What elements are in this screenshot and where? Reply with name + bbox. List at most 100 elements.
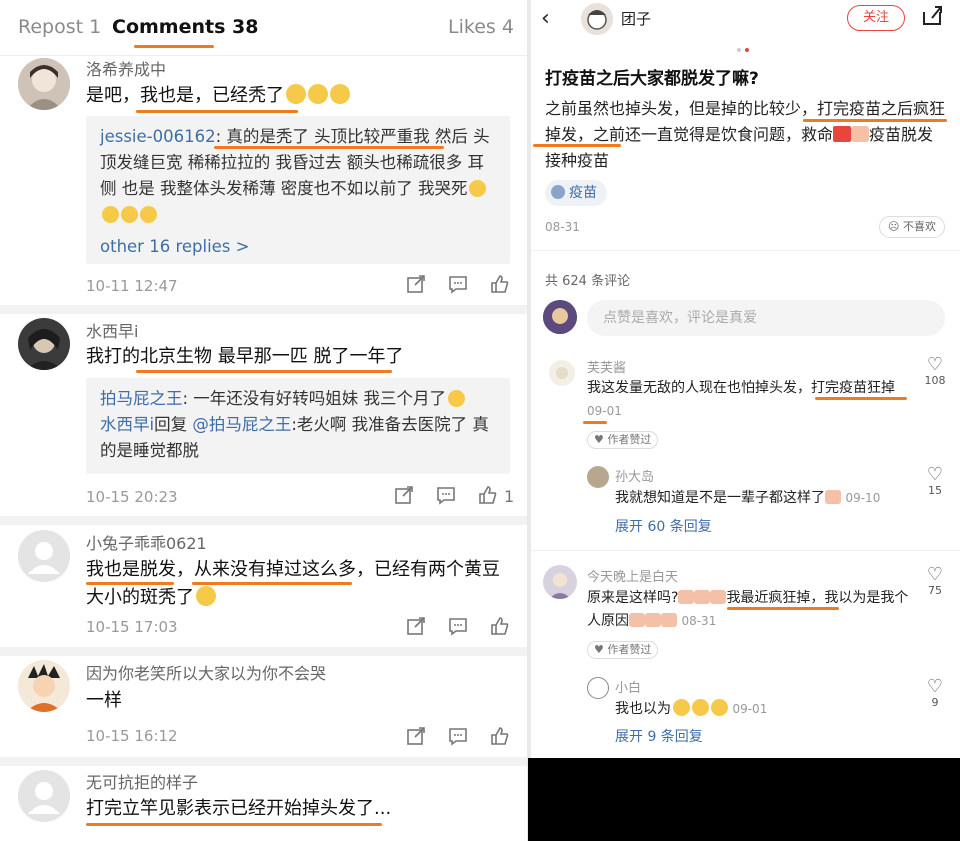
more-replies-link[interactable]: other 16 replies >	[100, 234, 496, 260]
dislike-label: 不喜欢	[902, 220, 936, 233]
repost-icon[interactable]	[394, 485, 414, 509]
comment-time: 10-15 20:23	[86, 488, 178, 506]
crying-emoji-icon	[448, 390, 466, 407]
avatar-image	[18, 660, 70, 712]
back-icon[interactable]: ‹	[541, 6, 550, 31]
expand-replies-link[interactable]: 展开 60 条回复	[615, 516, 712, 536]
default-avatar-icon[interactable]	[18, 530, 70, 582]
comments-panel: Repost 1 Comments 38 Likes 4 洛希养成中 是吧，我也…	[0, 0, 527, 841]
laughing-emoji-icon	[469, 180, 487, 197]
comment-text: 我这发量无敌的人现在也怕掉头发，打完疫苗狂掉 09-01	[587, 377, 917, 423]
follow-button[interactable]: 关注	[847, 5, 905, 31]
default-avatar-icon[interactable]	[18, 770, 70, 822]
like-count: 9	[931, 696, 939, 709]
comment-text-content: 我也以为	[615, 701, 671, 717]
topic-tag[interactable]: 疫苗	[545, 180, 607, 206]
avatar[interactable]	[587, 677, 609, 699]
avatar[interactable]	[549, 360, 575, 386]
tab-comments[interactable]: Comments 38	[112, 16, 258, 38]
comment-input[interactable]: 点赞是喜欢，评论是真爱	[587, 300, 945, 336]
badge-label: 作者赞过	[607, 433, 652, 446]
repost-icon[interactable]	[406, 726, 426, 750]
like-icon[interactable]	[490, 274, 510, 298]
author-name[interactable]: 团子	[621, 8, 651, 29]
comment-like[interactable]: ♡ 108	[920, 356, 950, 388]
comment-username[interactable]: 小兔子乖乖0621	[86, 530, 207, 554]
highlight-underline	[192, 582, 352, 585]
comment-username[interactable]: 孙大岛	[615, 466, 654, 485]
reply-username[interactable]: jessie-006162	[100, 127, 216, 146]
highlight-underline	[727, 607, 839, 610]
laughing-emoji-icon	[102, 206, 119, 223]
like-icon[interactable]	[478, 485, 498, 509]
comment-username[interactable]: 水西早i	[86, 318, 138, 342]
repost-icon[interactable]	[406, 616, 426, 640]
comment-like[interactable]: ♡ 75	[920, 564, 950, 598]
reply-username[interactable]: 水西早i	[100, 415, 154, 434]
heart-outline-icon: ♡	[926, 676, 944, 697]
section-divider	[0, 516, 527, 525]
sad-emoji-icon	[629, 613, 645, 627]
avatar[interactable]	[18, 58, 70, 110]
reply-preview[interactable]: 拍马屁之王: 一年还没有好转吗姐妹 我三个月了 水西早i回复 @拍马屁之王:老火…	[86, 378, 510, 474]
tab-repost[interactable]: Repost 1	[18, 16, 101, 38]
reply-username[interactable]: 拍马屁之王	[100, 389, 183, 408]
comment-icon[interactable]	[448, 274, 468, 298]
comment-username[interactable]: 小白	[615, 677, 641, 696]
highlight-underline	[583, 421, 607, 424]
tab-likes[interactable]: Likes 4	[448, 16, 514, 38]
comment-date: 09-01	[587, 404, 622, 418]
avatar[interactable]	[18, 660, 70, 712]
comment-username[interactable]: 因为你老笑所以大家以为你不会哭	[86, 660, 326, 684]
comment-date: 09-10	[845, 491, 881, 505]
dislike-button[interactable]: ☹ 不喜欢	[879, 216, 945, 238]
avatar[interactable]	[543, 565, 577, 599]
expand-replies-link[interactable]: 展开 9 条回复	[615, 726, 703, 746]
black-overlay	[528, 758, 960, 841]
like-icon[interactable]	[490, 726, 510, 750]
comment-text: 打完立竿见影表示已经开始掉头发了...	[86, 798, 392, 819]
active-tab-indicator	[134, 45, 214, 48]
carousel-dot	[737, 48, 741, 52]
heart-outline-icon: ♡	[926, 464, 944, 485]
comment-text-content: 我就想知道是不是一辈子都这样了	[615, 490, 825, 506]
comment-username[interactable]: 洛希养成中	[86, 56, 166, 80]
comment-username[interactable]: 芙芙酱	[587, 357, 626, 376]
reply-preview[interactable]: jessie-006162: 真的是秃了 头顶比较严重我 然后 头顶发缝巨宽 稀…	[86, 116, 510, 264]
comment-text: 我也以为 09-01	[615, 698, 915, 721]
like-count: 108	[924, 374, 946, 387]
avatar[interactable]	[587, 466, 609, 488]
avatar-image	[18, 58, 70, 110]
my-avatar	[543, 300, 577, 334]
author-avatar[interactable]	[581, 3, 613, 35]
comment-icon[interactable]	[448, 616, 468, 640]
post-header: ‹ 团子 关注	[531, 0, 960, 52]
mention-link[interactable]: @拍马屁之王	[192, 415, 291, 434]
carousel-dot-active	[745, 48, 749, 52]
like-icon[interactable]	[490, 616, 510, 640]
comment-text-content: 是吧，我也是，已经秃了	[86, 85, 284, 106]
highlight-underline	[214, 146, 444, 149]
comment-icon[interactable]	[448, 726, 468, 750]
comment-date: 08-31	[681, 614, 717, 628]
section-divider	[0, 647, 527, 656]
badge-label: 作者赞过	[607, 643, 652, 656]
laughing-emoji-icon	[121, 206, 138, 223]
avatar[interactable]	[18, 318, 70, 370]
comment-username[interactable]: 今天晚上是白天	[587, 566, 678, 585]
highlight-underline	[136, 110, 298, 113]
post-body: 之前虽然也掉头发，但是掉的比较少，打完疫苗之后疯狂掉发，之前还一直觉得是饮食问题…	[545, 96, 950, 174]
reply-text: : 一年还没有好转吗姐妹 我三个月了	[182, 389, 447, 408]
comment-icon[interactable]	[436, 485, 456, 509]
topic-tag-label: 疫苗	[569, 185, 597, 201]
repost-icon[interactable]	[406, 274, 426, 298]
comment-like[interactable]: ♡ 15	[920, 464, 950, 498]
laughing-emoji-icon	[140, 206, 157, 223]
comment-username[interactable]: 无可抗拒的样子	[86, 769, 198, 793]
share-icon[interactable]	[920, 4, 944, 32]
sad-emoji-icon	[661, 613, 677, 627]
comment-like[interactable]: ♡ 9	[920, 676, 950, 710]
highlight-underline	[86, 582, 174, 585]
comment-text-content: 原来是这样吗?	[587, 590, 679, 606]
heart-outline-icon: ♡	[926, 564, 944, 585]
